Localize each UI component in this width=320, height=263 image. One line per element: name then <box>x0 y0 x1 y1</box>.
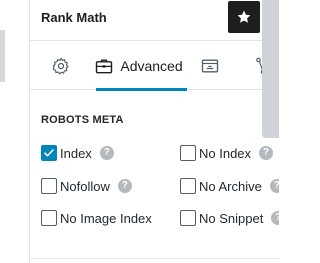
tab-advanced-label: Advanced <box>120 57 183 74</box>
pin-star-button[interactable] <box>228 1 260 33</box>
option-no-snippet[interactable]: No Snippet ? <box>180 208 279 228</box>
tab-schema[interactable] <box>195 41 225 90</box>
section-divider <box>30 258 279 259</box>
checkmark-icon <box>44 149 54 157</box>
star-icon <box>237 10 251 23</box>
robots-meta-section: ROBOTS META Index ? No Index ? Nofollow … <box>30 90 279 263</box>
help-icon[interactable]: ? <box>259 146 274 160</box>
nofollow-label: Nofollow <box>60 178 110 194</box>
option-no-archive[interactable]: No Archive ? <box>180 176 279 196</box>
option-no-image-index[interactable]: No Image Index <box>41 208 152 228</box>
no-archive-checkbox[interactable] <box>180 178 196 194</box>
help-icon[interactable]: ? <box>269 179 279 193</box>
panel-header: Rank Math × <box>30 0 279 40</box>
no-index-label: No Index <box>199 145 252 161</box>
option-nofollow[interactable]: Nofollow ? <box>41 176 132 196</box>
no-snippet-checkbox[interactable] <box>180 210 196 226</box>
no-index-checkbox[interactable] <box>180 145 196 161</box>
help-icon[interactable]: ? <box>99 146 114 160</box>
index-label: Index <box>60 145 92 161</box>
tab-advanced[interactable]: Advanced <box>90 41 187 91</box>
no-image-index-label: No Image Index <box>60 210 152 226</box>
no-snippet-label: No Snippet <box>199 210 264 226</box>
option-index[interactable]: Index ? <box>41 143 114 163</box>
index-checkbox[interactable] <box>41 145 57 161</box>
help-icon[interactable]: ? <box>271 211 279 225</box>
section-title: ROBOTS META <box>41 114 124 126</box>
option-no-index[interactable]: No Index ? <box>180 143 274 163</box>
rank-math-sidebar-panel: Rank Math × Advanced <box>30 0 279 263</box>
no-image-index-checkbox[interactable] <box>41 210 57 226</box>
no-archive-label: No Archive <box>199 178 262 194</box>
gear-icon <box>52 57 69 74</box>
editor-canvas-edge <box>0 0 30 263</box>
tab-general[interactable] <box>44 41 78 90</box>
help-icon[interactable]: ? <box>117 179 132 193</box>
nofollow-checkbox[interactable] <box>41 178 57 194</box>
schema-icon <box>201 59 219 72</box>
panel-title: Rank Math <box>41 10 107 25</box>
briefcase-icon <box>96 58 113 73</box>
panel-tabs: Advanced <box>30 40 279 91</box>
editor-scrollbar[interactable] <box>0 30 5 82</box>
